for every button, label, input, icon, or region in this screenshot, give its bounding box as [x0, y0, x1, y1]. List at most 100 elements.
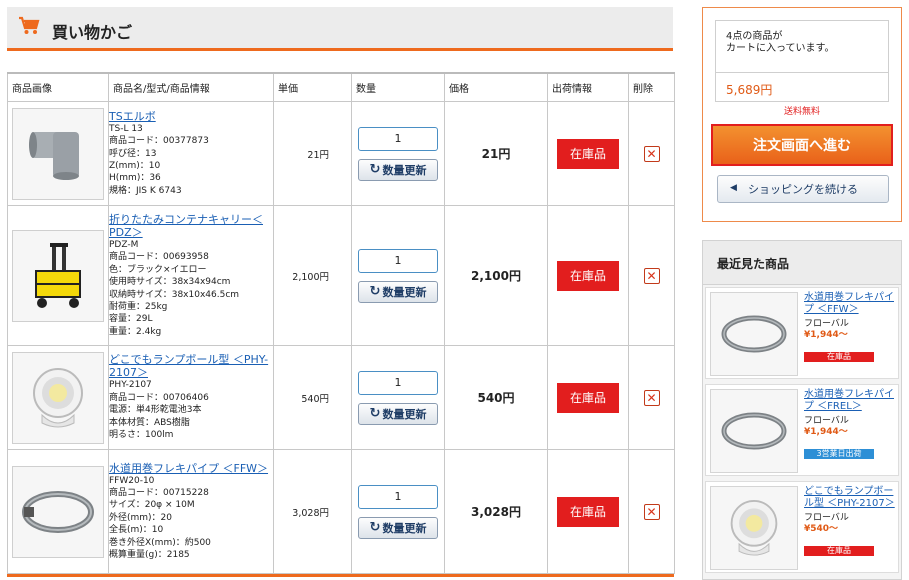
product-spec: 明るさ：100lm	[109, 430, 174, 441]
product-spec: Z(mm)：10	[109, 161, 161, 171]
recent-item-name[interactable]: 水道用巻フレキパイプ ＜FFW＞	[804, 292, 900, 316]
product-spec: 収納時サイズ：38x10x46.5cm	[109, 289, 240, 300]
quantity-input[interactable]	[358, 126, 438, 151]
cart-count-line1: 4点の商品が	[726, 31, 783, 42]
update-quantity-button[interactable]: ↻ 数量更新	[358, 402, 438, 425]
quantity-input[interactable]	[358, 248, 438, 273]
recent-item-badge: 在庫品	[804, 546, 874, 556]
recent-item-image[interactable]	[710, 292, 798, 376]
table-row: 折りたたみコンテナキャリー＜PDZ＞ PDZ-M 商品コード：00693958 …	[7, 205, 675, 346]
recent-item-price: ¥540～	[804, 524, 839, 534]
table-row: どこでもランプボール型 ＜PHY-2107＞ PHY-2107 商品コード：00…	[7, 345, 675, 450]
recent-item[interactable]: どこでもランプボール型 ＜PHY-2107＞ フローバル ¥540～ 在庫品	[705, 481, 899, 573]
delete-icon[interactable]: ✕	[643, 267, 660, 284]
summary-box: 4点の商品が カートに入っています。 5,689円	[715, 20, 889, 102]
col-header-quantity: 数量	[351, 72, 445, 102]
product-model: PDZ-M	[109, 239, 139, 250]
stock-badge: 在庫品	[557, 496, 619, 527]
product-image-container-carry[interactable]	[12, 229, 104, 322]
product-model: FFW20-10	[109, 475, 155, 486]
recent-item-price: ¥1,944～	[804, 427, 848, 437]
update-quantity-button[interactable]: ↻ 数量更新	[358, 158, 438, 181]
cart-total: 5,689円	[716, 72, 888, 106]
unit-price: 3,028円	[273, 449, 352, 574]
product-name-link[interactable]: どこでもランプボール型 ＜PHY-2107＞	[109, 353, 273, 379]
product-spec: 規格：JIS K 6743	[109, 185, 182, 196]
line-price: 2,100円	[444, 205, 548, 346]
product-spec: 巻き外径X(mm)：約500	[109, 537, 211, 548]
product-spec: 耐荷重：25kg	[109, 301, 168, 312]
col-header-delete: 削除	[628, 72, 675, 102]
col-header-price: 価格	[444, 72, 548, 102]
update-quantity-button[interactable]: ↻ 数量更新	[358, 280, 438, 303]
stock-badge: 在庫品	[557, 138, 619, 169]
cart-table: 商品画像 商品名/型式/商品情報 単価 数量 価格 出荷情報 削除 TSエルボ …	[7, 72, 675, 574]
cart-header: 買い物かご	[7, 7, 673, 51]
quantity-input[interactable]	[358, 484, 438, 509]
proceed-to-order-button[interactable]: 注文画面へ進む	[711, 124, 893, 166]
page-title: 買い物かご	[52, 23, 133, 42]
line-price: 540円	[444, 345, 548, 450]
cart-count-line2: カートに入っています。	[726, 43, 835, 54]
chevron-left-icon: ◀	[730, 183, 737, 193]
recent-item-name[interactable]: 水道用巻フレキパイプ ＜FREL＞	[804, 389, 900, 413]
product-model: TS-L 13	[109, 123, 143, 134]
col-header-shipping: 出荷情報	[547, 72, 629, 102]
unit-price: 21円	[273, 101, 352, 206]
table-header-row: 商品画像 商品名/型式/商品情報 単価 数量 価格 出荷情報 削除	[7, 72, 675, 102]
delete-icon[interactable]: ✕	[643, 145, 660, 162]
product-spec: 色：ブラック×イエロー	[109, 264, 207, 275]
update-quantity-button[interactable]: ↻ 数量更新	[358, 516, 438, 539]
product-name-link[interactable]: 折りたたみコンテナキャリー＜PDZ＞	[109, 213, 273, 239]
recent-item-image[interactable]	[710, 486, 798, 570]
continue-shopping-button[interactable]: ◀ ショッピングを続ける	[717, 175, 889, 203]
update-quantity-label: 数量更新	[382, 285, 427, 299]
product-spec: サイズ：20φ × 10M	[109, 500, 195, 511]
delete-icon[interactable]: ✕	[643, 389, 660, 406]
recently-viewed-title: 最近見た商品	[703, 241, 901, 285]
product-spec: 概算重量(g)：2185	[109, 550, 190, 561]
product-spec: 使用時サイズ：38x34x94cm	[109, 277, 231, 288]
update-quantity-label: 数量更新	[382, 407, 427, 421]
col-header-name: 商品名/型式/商品情報	[108, 72, 274, 102]
product-spec: 外径(mm)：20	[109, 512, 173, 523]
product-spec: 容量：29L	[109, 314, 153, 325]
stock-badge: 在庫品	[557, 382, 619, 413]
order-summary: 4点の商品が カートに入っています。 5,689円 送料無料 注文画面へ進む ◀…	[702, 7, 902, 222]
product-image-lamp[interactable]	[12, 351, 104, 444]
product-spec: 商品コード：00693958	[109, 252, 209, 263]
product-name-link[interactable]: 水道用巻フレキパイプ ＜FFW＞	[109, 462, 273, 475]
unit-price: 540円	[273, 345, 352, 450]
product-spec: 呼び径：13	[109, 148, 157, 159]
refresh-icon: ↻	[369, 520, 381, 535]
product-spec: 全長(m)：10	[109, 525, 164, 536]
refresh-icon: ↻	[369, 284, 381, 299]
recent-item-price: ¥1,944～	[804, 330, 848, 340]
shopping-cart-icon	[18, 16, 40, 39]
delete-icon[interactable]: ✕	[643, 503, 660, 520]
recent-item-name[interactable]: どこでもランプボール型 ＜PHY-2107＞	[804, 486, 900, 510]
product-image-elbow[interactable]	[12, 107, 104, 200]
product-spec: 本体材質：ABS樹脂	[109, 417, 190, 428]
quantity-input[interactable]	[358, 370, 438, 395]
table-row: TSエルボ TS-L 13 商品コード：00377873 呼び径：13 Z(mm…	[7, 101, 675, 206]
free-shipping-label: 送料無料	[783, 107, 820, 117]
refresh-icon: ↻	[369, 406, 381, 421]
product-image-flexible-pipe[interactable]	[12, 465, 104, 558]
recent-item-badge: 3営業日出荷	[804, 449, 874, 459]
continue-shopping-label: ショッピングを続ける	[748, 183, 858, 196]
stock-badge: 在庫品	[557, 260, 619, 291]
recent-item-image[interactable]	[710, 389, 798, 473]
product-spec: 商品コード：00377873	[109, 136, 209, 147]
product-name-link[interactable]: TSエルボ	[109, 110, 273, 123]
recent-item-badge: 在庫品	[804, 352, 874, 362]
col-header-unit-price: 単価	[273, 72, 352, 102]
recent-item[interactable]: 水道用巻フレキパイプ ＜FFW＞ フローバル ¥1,944～ 在庫品	[705, 287, 899, 379]
product-model: PHY-2107	[109, 380, 152, 391]
product-spec: 重量：2.4kg	[109, 326, 162, 337]
col-header-image: 商品画像	[7, 72, 109, 102]
update-quantity-label: 数量更新	[382, 521, 427, 535]
recent-item[interactable]: 水道用巻フレキパイプ ＜FREL＞ フローバル ¥1,944～ 3営業日出荷	[705, 384, 899, 476]
cart-count-message: 4点の商品が カートに入っています。	[726, 31, 835, 55]
product-spec: 電源：単4形乾電池3本	[109, 405, 202, 416]
